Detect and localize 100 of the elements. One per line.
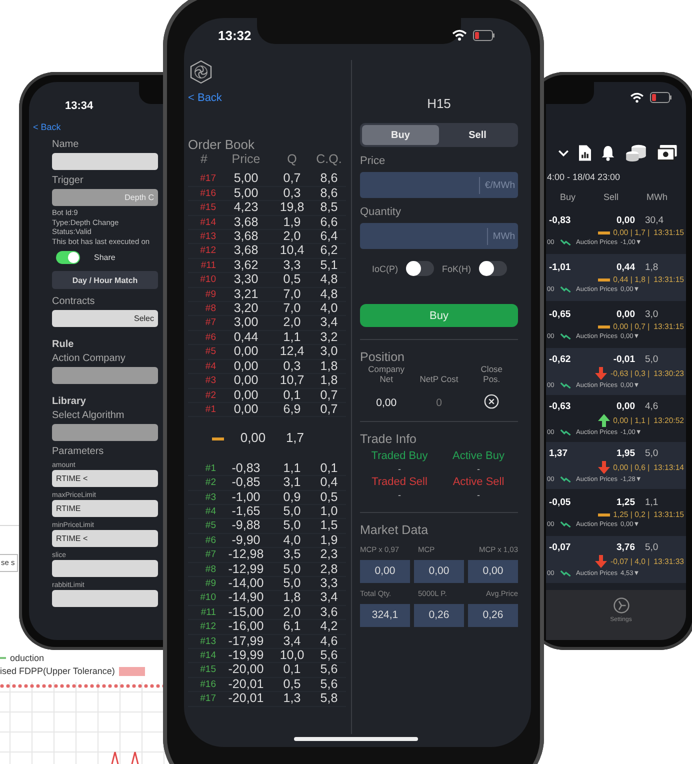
price-text: 3,68 bbox=[232, 216, 260, 230]
cumulative-text: 4,6 bbox=[319, 634, 339, 648]
cumulative-text: 4,0 bbox=[319, 302, 339, 316]
cumulative-text: 5,1 bbox=[319, 258, 339, 272]
level-number: #10 bbox=[199, 273, 217, 287]
legend-label: oduction bbox=[10, 653, 44, 663]
price-text: -17,99 bbox=[227, 634, 265, 648]
price-text: 3,68 bbox=[232, 230, 260, 244]
toggle-label: IoC(P) bbox=[372, 264, 398, 274]
input-field[interactable] bbox=[52, 590, 158, 607]
select-field[interactable]: Selec bbox=[52, 310, 158, 327]
price-text: -20,00 bbox=[227, 663, 265, 677]
cumulative-text: 1,0 bbox=[319, 504, 339, 518]
quantity-text: 2,0 bbox=[282, 230, 302, 244]
input-field[interactable]: RTIME bbox=[52, 500, 158, 517]
buy-price: -0,83 bbox=[548, 215, 572, 226]
level-number: #8 bbox=[204, 562, 217, 576]
column-header: Sell bbox=[604, 192, 619, 202]
price-text: -9,90 bbox=[230, 534, 262, 548]
sell-price: 0,44 bbox=[616, 262, 635, 273]
price-text: 0,00 bbox=[232, 360, 260, 374]
side-tab[interactable]: Sell bbox=[439, 125, 516, 145]
input-field[interactable] bbox=[52, 560, 158, 577]
cumulative-text: 4,8 bbox=[319, 288, 339, 302]
price-text: 0,00 bbox=[232, 345, 260, 359]
dash-icon bbox=[598, 230, 610, 234]
back-link[interactable]: < Back bbox=[33, 122, 61, 132]
quantity-text: 0,7 bbox=[282, 172, 302, 186]
toggle-label: FoK(H) bbox=[442, 264, 472, 274]
down-arrow-icon bbox=[598, 461, 610, 474]
trade-value: - bbox=[476, 464, 481, 474]
level-number: #1 bbox=[204, 402, 217, 416]
toggle-switch[interactable] bbox=[479, 261, 508, 276]
quantity-text: 7,0 bbox=[282, 302, 302, 316]
cumulative-text: 1,8 bbox=[319, 374, 339, 388]
price-text: 0,00 bbox=[232, 402, 260, 416]
period-text: 4:00 - 18/04 23:00 bbox=[547, 172, 620, 182]
level-number: #10 bbox=[199, 591, 217, 605]
cumulative-text: 0,5 bbox=[319, 490, 339, 504]
column-header: C.Q. bbox=[315, 152, 343, 166]
status-time: 13:34 bbox=[65, 100, 94, 112]
match-button[interactable]: Day / Hour Match bbox=[52, 271, 158, 289]
field-label: Quantity bbox=[360, 206, 402, 218]
input-field[interactable]: RTIME < bbox=[52, 530, 158, 547]
buy-price: -1,01 bbox=[548, 262, 572, 273]
cumulative-text: 4,8 bbox=[319, 273, 339, 287]
quantity-text: 1,1 bbox=[282, 330, 302, 344]
volume-text: 1,1 bbox=[645, 497, 658, 508]
level-number: #15 bbox=[199, 663, 217, 677]
quantity-text: 1,1 bbox=[282, 462, 302, 476]
level-number: #9 bbox=[204, 576, 217, 590]
section-title: Order Book bbox=[188, 137, 254, 152]
trade-label: Active Buy bbox=[452, 450, 506, 462]
wifi-icon bbox=[452, 29, 467, 41]
level-number: #2 bbox=[204, 476, 217, 490]
quantity-text: 0,3 bbox=[282, 186, 302, 200]
price-text: 3,21 bbox=[232, 288, 260, 302]
field-label: Trigger bbox=[52, 175, 84, 186]
sell-price: 0,00 bbox=[616, 401, 635, 412]
trend-line-icon bbox=[560, 286, 572, 293]
price-text: -15,00 bbox=[227, 606, 265, 620]
cumulative-text: 3,2 bbox=[319, 330, 339, 344]
price-text: -16,00 bbox=[227, 620, 265, 634]
price-text: -14,90 bbox=[227, 591, 265, 605]
legend-label: ised FDPP(Upper Tolerance) bbox=[0, 666, 115, 676]
price-text: -20,01 bbox=[227, 692, 265, 706]
contract-title: H15 bbox=[426, 96, 452, 111]
column-header: Buy bbox=[560, 192, 576, 202]
sell-price: 0,00 bbox=[616, 309, 635, 320]
quantity-text: 5,0 bbox=[282, 562, 302, 576]
picker-field[interactable] bbox=[52, 424, 158, 441]
level-number: #14 bbox=[199, 216, 217, 230]
quantity-text: 3,1 bbox=[282, 476, 302, 490]
unit-label: MWh bbox=[486, 228, 518, 244]
quantity-text: 10,4 bbox=[278, 244, 306, 258]
sell-price: 1,95 bbox=[616, 448, 635, 459]
level-number: #5 bbox=[204, 345, 217, 359]
quantity-text: 0,1 bbox=[282, 663, 302, 677]
price-text: 5,00 bbox=[232, 172, 260, 186]
cumulative-text: 5,6 bbox=[319, 649, 339, 662]
section-title: Position bbox=[360, 350, 406, 364]
level-number: #12 bbox=[199, 620, 217, 634]
back-link[interactable]: < Back bbox=[188, 92, 222, 104]
dash-icon bbox=[212, 436, 224, 441]
side-tab[interactable]: Buy bbox=[362, 125, 439, 145]
data-value: 0,26 bbox=[468, 604, 518, 627]
buy-price: 1,37 bbox=[548, 448, 568, 459]
toggle-switch[interactable] bbox=[406, 261, 434, 276]
input-field[interactable] bbox=[52, 153, 158, 170]
input-field[interactable]: RTIME < bbox=[52, 470, 158, 487]
quantity-text: 3,3 bbox=[282, 258, 302, 272]
net-value: 0,00 bbox=[375, 397, 398, 409]
quantity-text: 3,5 bbox=[282, 548, 302, 562]
volume-text: 4,6 bbox=[645, 401, 658, 412]
quantity-text: 0,9 bbox=[282, 490, 302, 504]
sell-price: -0,01 bbox=[612, 354, 635, 365]
field-label: Select Algorithm bbox=[52, 410, 126, 421]
toggle-switch[interactable] bbox=[56, 251, 80, 264]
cumulative-text: 1,9 bbox=[319, 534, 339, 548]
picker-field[interactable] bbox=[52, 367, 158, 384]
